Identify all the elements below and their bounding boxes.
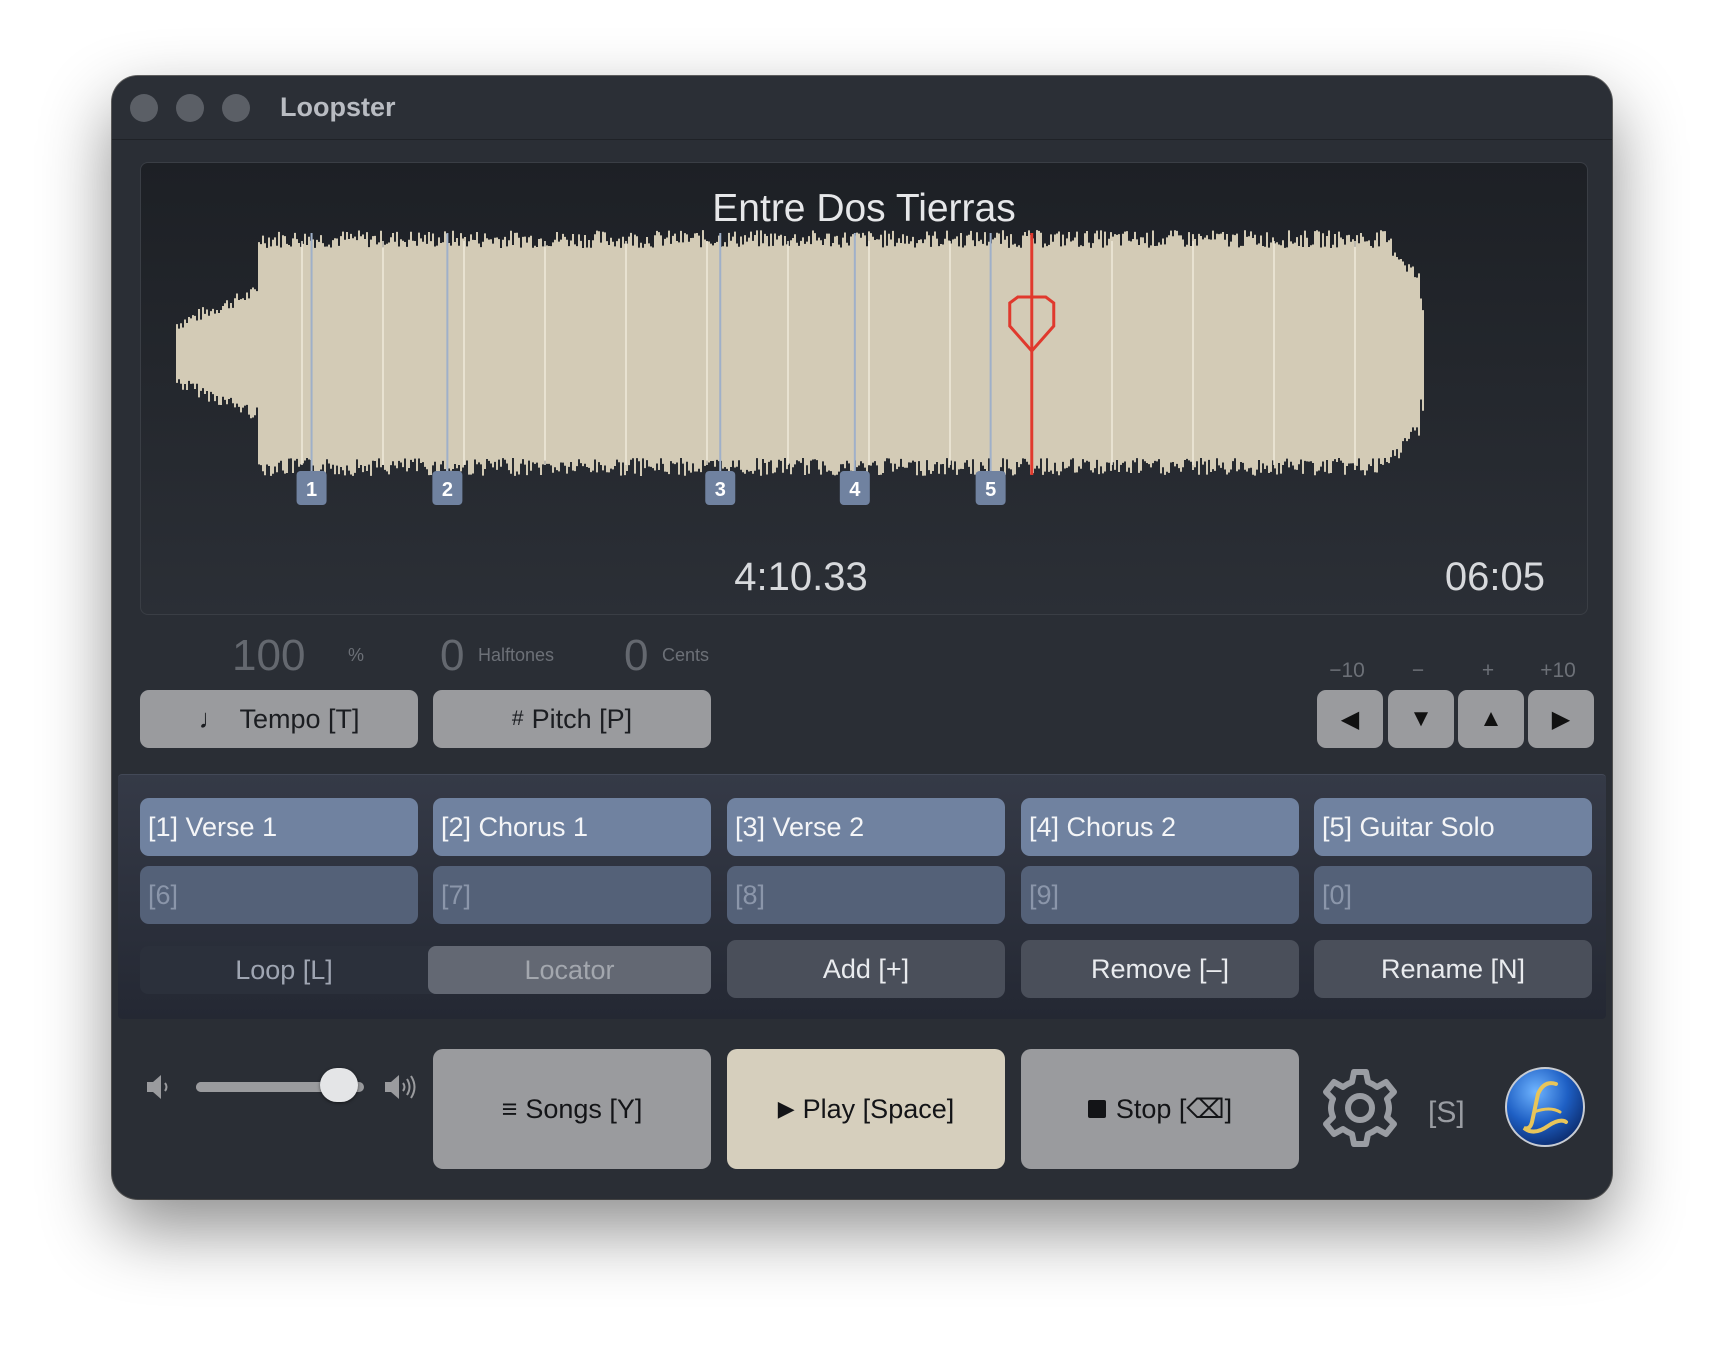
section-7-button[interactable]: [7] <box>433 866 711 924</box>
section-6-button[interactable]: [6] <box>140 866 418 924</box>
step-minus-10-label: −10 <box>1329 659 1365 682</box>
songs-button[interactable]: ≡ Songs [Y] <box>433 1049 711 1169</box>
waveform-shape <box>176 230 1424 476</box>
section-3-button[interactable]: [3] Verse 2 <box>727 798 1005 856</box>
settings-shortcut-label: [S] <box>1428 1096 1465 1129</box>
triangle-left-icon: ◀ <box>1340 705 1360 733</box>
play-button-label: Play [Space] <box>802 1093 955 1124</box>
pitch-button[interactable]: # Pitch [P] <box>433 690 711 748</box>
section-marker-label: 3 <box>715 479 726 501</box>
volume-slider-knob[interactable] <box>319 1068 358 1102</box>
stop-button[interactable]: Stop [⌫] <box>1021 1049 1299 1169</box>
rename-section-button[interactable]: Rename [N] <box>1314 940 1592 998</box>
step-plus-1-label: + <box>1481 659 1495 682</box>
zoom-button[interactable] <box>222 94 250 122</box>
speaker-quiet-icon <box>147 1075 168 1099</box>
cents-value: 0 <box>624 631 649 680</box>
mode-segmented-control: Loop [L] Locator <box>140 946 711 994</box>
playback-position: 4:10.33 <box>734 555 868 599</box>
waveform-panel[interactable]: Entre Dos Tierras 12345 4:10.33 06:05 <box>140 162 1588 615</box>
list-icon: ≡ <box>501 1093 518 1124</box>
play-icon: ▶ <box>777 1096 795 1121</box>
tempo-button[interactable]: ♩ Tempo [T] <box>140 690 418 748</box>
section-8-button[interactable]: [8] <box>727 866 1005 924</box>
add-section-button[interactable]: Add [+] <box>727 940 1005 998</box>
triangle-down-icon: ▼ <box>1409 705 1433 732</box>
gear-icon[interactable] <box>1318 1066 1402 1150</box>
section-4-button[interactable]: [4] Chorus 2 <box>1021 798 1299 856</box>
halftones-unit: Halftones <box>478 645 555 665</box>
close-button[interactable] <box>130 94 158 122</box>
locator-mode-button[interactable]: Locator <box>428 946 711 994</box>
tempo-value: 100 <box>232 631 306 680</box>
play-button[interactable]: ▶ Play [Space] <box>727 1049 1005 1169</box>
waveform-display[interactable]: 1 2 3 4 5 <box>141 163 1587 614</box>
section-0-button[interactable]: [0] <box>1314 866 1592 924</box>
step-plus-10-label: +10 <box>1540 659 1576 682</box>
section-marker-label: 5 <box>985 479 996 501</box>
window-title: Loopster <box>280 92 396 122</box>
note-icon: ♩ <box>198 703 226 734</box>
volume-slider-fill <box>196 1082 339 1092</box>
step-forward-10-button[interactable]: ▶ <box>1528 690 1594 748</box>
pitch-button-label: Pitch [P] <box>531 703 633 734</box>
tempo-button-label: Tempo [T] <box>239 703 360 734</box>
loop-mode-button[interactable]: Loop [L] <box>140 946 428 994</box>
remove-section-button[interactable]: Remove [–] <box>1021 940 1299 998</box>
cents-unit: Cents <box>662 645 710 665</box>
section-marker-label: 4 <box>849 479 861 501</box>
sharp-icon: # <box>511 707 524 730</box>
triangle-right-icon: ▶ <box>1551 705 1571 733</box>
halftones-value: 0 <box>440 631 465 680</box>
minimize-button[interactable] <box>176 94 204 122</box>
section-5-button[interactable]: [5] Guitar Solo <box>1314 798 1592 856</box>
stop-icon <box>1087 1100 1106 1118</box>
app-window: Loopster Entre Dos Tierras 12345 4:10.33… <box>112 76 1612 1199</box>
section-9-button[interactable]: [9] <box>1021 866 1299 924</box>
triangle-up-icon: ▲ <box>1479 705 1503 732</box>
section-2-button[interactable]: [2] Chorus 1 <box>433 798 711 856</box>
section-marker-label: 2 <box>442 479 453 501</box>
step-up-button[interactable]: ▲ <box>1458 690 1524 748</box>
step-minus-1-label: − <box>1411 659 1425 682</box>
title-bar: Loopster <box>112 76 1612 140</box>
tempo-unit: % <box>348 645 365 665</box>
songs-button-label: Songs [Y] <box>525 1093 643 1124</box>
section-marker-label: 1 <box>306 479 317 501</box>
step-back-10-button[interactable]: ◀ <box>1317 690 1383 748</box>
section-1-button[interactable]: [1] Verse 1 <box>140 798 418 856</box>
stop-button-label: Stop [⌫] <box>1115 1093 1233 1124</box>
song-duration: 06:05 <box>1444 555 1545 599</box>
step-down-button[interactable]: ▼ <box>1388 690 1454 748</box>
speaker-loud-icon <box>385 1075 416 1099</box>
loopster-logo-icon <box>1505 1067 1585 1147</box>
